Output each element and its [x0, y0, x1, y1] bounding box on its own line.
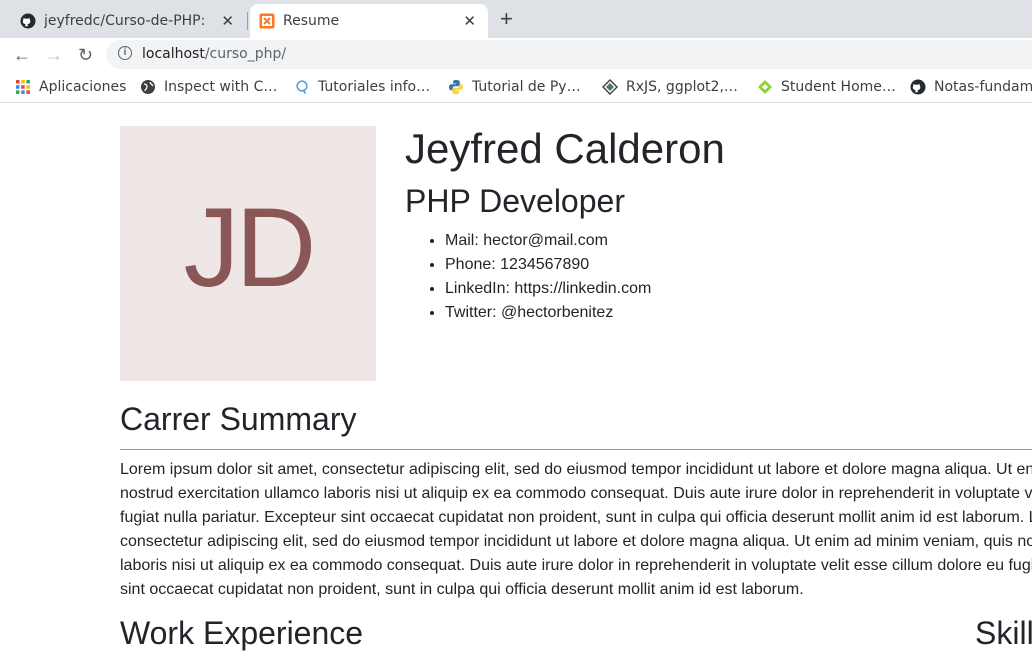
url-text[interactable]: localhost/curso_php/	[142, 46, 286, 62]
bookmark-label: RxJS, ggplot2,…	[626, 79, 738, 95]
tab-separator	[247, 12, 248, 30]
page-title: Jeyfred Calderon	[405, 125, 725, 172]
bookmark-label: Student Home…	[781, 79, 896, 95]
apps-grid-icon	[16, 80, 30, 94]
contact-twitter: Twitter: @hectorbenitez	[445, 301, 651, 325]
github-icon	[20, 13, 36, 29]
bookmark-notas[interactable]: Notas-fundam	[910, 79, 1032, 95]
forward-arrow-icon[interactable]: →	[45, 45, 63, 65]
contact-linkedin: LinkedIn: https://linkedin.com	[445, 277, 651, 301]
tab-github[interactable]: jeyfredc/Curso-de-PHP: Cu ✕	[8, 4, 246, 38]
contact-list: Mail: hector@mail.com Phone: 1234567890 …	[405, 229, 651, 325]
bookmark-label: Tutoriales info…	[318, 79, 431, 95]
bookmark-label: Notas-fundam	[934, 79, 1032, 95]
contact-phone: Phone: 1234567890	[445, 253, 651, 277]
work-experience-heading: Work Experience	[120, 615, 364, 651]
bookmark-label: Aplicaciones	[39, 79, 127, 95]
contact-mail: Mail: hector@mail.com	[445, 229, 651, 253]
gem-icon	[758, 80, 772, 94]
info-icon[interactable]: i	[118, 46, 132, 60]
url-host: localhost	[142, 46, 205, 62]
back-arrow-icon[interactable]: ←	[13, 45, 31, 65]
summary-heading: Carrer Summary	[120, 401, 357, 437]
summary-line: fugiat nulla pariatur. Excepteur sint oc…	[120, 509, 1032, 526]
section-divider	[120, 449, 1032, 450]
address-bar[interactable]: i localhost/curso_php/	[106, 40, 1032, 69]
browser-toolbar: ← → ↻ i localhost/curso_php/	[0, 38, 1032, 72]
reload-icon[interactable]: ↻	[78, 45, 93, 65]
summary-line: sint occaecat cupidatat non proident, su…	[120, 581, 804, 598]
tab-title: Resume	[283, 13, 340, 29]
bookmarks-bar: Aplicaciones Inspect with C… Tutoriales …	[0, 72, 1032, 103]
globe-icon	[141, 80, 155, 94]
tab-title: jeyfredc/Curso-de-PHP: Cu	[44, 13, 210, 29]
url-path: /curso_php/	[204, 46, 287, 62]
bookmark-aplicaciones[interactable]: Aplicaciones	[15, 79, 126, 95]
summary-line: nostrud exercitation ullamco laboris nis…	[120, 485, 1032, 502]
summary-line: Lorem ipsum dolor sit amet, consectetur …	[120, 461, 1032, 478]
tab-resume[interactable]: Resume ✕	[250, 4, 488, 38]
python-icon	[449, 80, 463, 94]
new-tab-button[interactable]: +	[500, 8, 513, 30]
bookmark-inspect[interactable]: Inspect with C…	[140, 79, 277, 95]
close-icon[interactable]: ✕	[221, 13, 234, 29]
skills-heading: Skills	[975, 615, 1032, 651]
bookmark-rxjs[interactable]: RxJS, ggplot2,…	[602, 79, 738, 95]
github-icon	[910, 79, 926, 95]
diamond-icon	[602, 79, 618, 95]
summary-line: consectetur adipiscing elit, sed do eius…	[120, 533, 1032, 550]
bookmark-label: Tutorial de Py…	[472, 79, 581, 95]
bookmark-label: Inspect with C…	[164, 79, 278, 95]
avatar: JD	[120, 126, 376, 381]
summary-line: laboris nisi ut aliquip ex ea commodo co…	[120, 557, 1032, 574]
summary-text: Lorem ipsum dolor sit amet, consectetur …	[120, 458, 1032, 602]
bookmark-python[interactable]: Tutorial de Py…	[448, 79, 581, 95]
bookmark-tutoriales[interactable]: Tutoriales info…	[294, 79, 430, 95]
bookmark-student-home[interactable]: Student Home…	[757, 79, 896, 95]
xampp-icon	[259, 13, 275, 29]
close-icon[interactable]: ✕	[463, 13, 476, 29]
page-content: JD Jeyfred Calderon PHP Developer Mail: …	[0, 103, 1032, 651]
job-title: PHP Developer	[405, 183, 625, 219]
q-icon	[296, 80, 308, 94]
tab-strip: jeyfredc/Curso-de-PHP: Cu ✕ Resume ✕ +	[0, 0, 1032, 38]
avatar-initials: JD	[183, 185, 317, 310]
